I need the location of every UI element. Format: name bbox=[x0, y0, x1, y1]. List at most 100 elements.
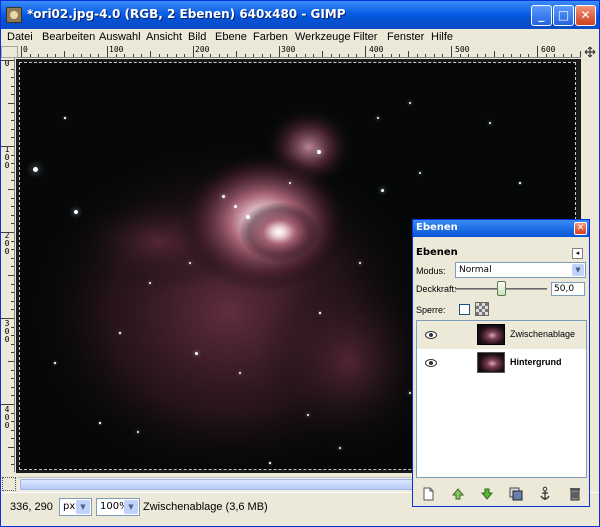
star bbox=[381, 189, 384, 192]
menu-auswahl[interactable]: Auswahl bbox=[99, 31, 141, 43]
mode-label: Modus: bbox=[416, 266, 446, 276]
eye-icon[interactable] bbox=[425, 359, 437, 367]
dock-menu-button[interactable]: ◂ bbox=[572, 248, 583, 259]
ruler-tick bbox=[433, 54, 435, 57]
ruler-tick bbox=[158, 54, 160, 57]
zoom-select[interactable]: 100% ▼ bbox=[96, 498, 140, 516]
menubar: Datei Bearbeiten Auswahl Ansicht Bild Eb… bbox=[1, 29, 599, 46]
ruler-tick bbox=[451, 46, 452, 57]
layer-thumbnail[interactable] bbox=[477, 352, 505, 373]
ruler-tick bbox=[11, 343, 14, 345]
ruler-tick bbox=[322, 51, 323, 57]
ruler-tick bbox=[11, 378, 14, 380]
ruler-tick bbox=[11, 257, 14, 259]
navigate-icon[interactable] bbox=[581, 46, 599, 58]
ruler-tick bbox=[11, 421, 14, 423]
ruler-tick bbox=[562, 54, 564, 57]
ruler-tick bbox=[11, 395, 14, 397]
star bbox=[489, 122, 491, 124]
unit-value: px bbox=[63, 501, 76, 512]
layer-list[interactable]: Zwischenablage Hintergrund bbox=[416, 320, 587, 478]
ruler-tick bbox=[1, 232, 14, 233]
ruler-corner-menu-button[interactable] bbox=[1, 46, 18, 58]
menu-filter[interactable]: Filter bbox=[353, 31, 377, 43]
ruler-tick bbox=[425, 54, 427, 57]
ruler-tick bbox=[11, 223, 14, 225]
ruler-tick bbox=[8, 447, 14, 448]
layer-row-zwischenablage[interactable]: Zwischenablage bbox=[417, 321, 586, 349]
gimp-app-icon[interactable] bbox=[6, 7, 22, 23]
dock-close-button[interactable]: ✕ bbox=[574, 222, 587, 235]
menu-ansicht[interactable]: Ansicht bbox=[146, 31, 182, 43]
star bbox=[307, 414, 309, 416]
ruler-tick bbox=[571, 54, 573, 57]
ruler-tick bbox=[115, 54, 117, 57]
chevron-down-icon[interactable]: ▼ bbox=[572, 264, 584, 276]
ruler-tick bbox=[141, 54, 143, 57]
menu-werkzeuge[interactable]: Werkzeuge bbox=[295, 31, 350, 43]
menu-bearbeiten[interactable]: Bearbeiten bbox=[42, 31, 95, 43]
delete-layer-icon[interactable] bbox=[566, 485, 584, 503]
chevron-down-icon[interactable]: ▼ bbox=[76, 500, 90, 514]
star bbox=[269, 462, 271, 464]
ruler-tick bbox=[502, 54, 504, 57]
ruler-tick bbox=[356, 54, 358, 57]
ruler-tick bbox=[11, 283, 14, 285]
quick-mask-toggle[interactable] bbox=[2, 477, 16, 491]
ruler-label: 400 bbox=[369, 46, 384, 54]
menu-hilfe[interactable]: Hilfe bbox=[431, 31, 453, 43]
menu-datei[interactable]: Datei bbox=[7, 31, 33, 43]
opacity-slider-thumb[interactable] bbox=[497, 281, 506, 296]
ruler-tick bbox=[494, 51, 495, 57]
ruler-tick bbox=[167, 54, 169, 57]
opacity-spinbox[interactable]: 50,0 bbox=[551, 282, 585, 296]
mode-select[interactable]: Normal ▼ bbox=[455, 262, 586, 278]
anchor-layer-icon[interactable] bbox=[536, 485, 554, 503]
menu-ebene[interactable]: Ebene bbox=[215, 31, 247, 43]
ruler-tick bbox=[11, 352, 14, 354]
chevron-down-icon[interactable]: ▼ bbox=[124, 500, 138, 514]
menu-bild[interactable]: Bild bbox=[188, 31, 206, 43]
eye-icon[interactable] bbox=[425, 331, 437, 339]
vertical-ruler[interactable]: 0 100 200 300 400 bbox=[1, 58, 15, 472]
star bbox=[99, 422, 101, 424]
ruler-tick bbox=[459, 54, 461, 57]
duplicate-layer-icon[interactable] bbox=[507, 485, 525, 503]
layer-thumbnail[interactable] bbox=[477, 324, 505, 345]
new-layer-icon[interactable] bbox=[419, 485, 437, 503]
minimize-button[interactable]: _ bbox=[531, 5, 552, 26]
ruler-tick bbox=[554, 54, 556, 57]
ruler-label: 0 bbox=[4, 59, 10, 68]
star bbox=[64, 117, 66, 119]
layer-name[interactable]: Hintergrund bbox=[510, 357, 562, 367]
star bbox=[222, 195, 225, 198]
layer-row-hintergrund[interactable]: Hintergrund bbox=[417, 349, 586, 377]
ruler-tick bbox=[21, 46, 22, 57]
star bbox=[339, 447, 341, 449]
ruler-tick bbox=[519, 54, 521, 57]
raise-layer-icon[interactable] bbox=[449, 485, 467, 503]
ruler-tick bbox=[8, 361, 14, 362]
close-button[interactable]: ✕ bbox=[575, 5, 596, 26]
menu-farben[interactable]: Farben bbox=[253, 31, 288, 43]
horizontal-ruler[interactable]: 0 100 200 300 400 500 600 bbox=[18, 46, 581, 58]
maximize-button[interactable]: □ bbox=[553, 5, 574, 26]
ruler-tick bbox=[11, 154, 14, 156]
lock-alpha-checkbox[interactable] bbox=[459, 304, 470, 315]
ruler-tick bbox=[98, 54, 100, 57]
ruler-tick bbox=[373, 54, 375, 57]
window-title: *ori02.jpg-4.0 (RGB, 2 Ebenen) 640x480 -… bbox=[27, 7, 346, 21]
title-bar[interactable]: *ori02.jpg-4.0 (RGB, 2 Ebenen) 640x480 -… bbox=[1, 1, 599, 29]
ruler-tick bbox=[11, 171, 14, 173]
unit-select[interactable]: px ▼ bbox=[59, 498, 92, 516]
ruler-tick bbox=[175, 54, 177, 57]
lower-layer-icon[interactable] bbox=[478, 485, 496, 503]
ruler-tick bbox=[81, 54, 83, 57]
layer-name[interactable]: Zwischenablage bbox=[510, 329, 575, 339]
ruler-tick bbox=[11, 120, 14, 122]
dock-title[interactable]: Ebenen bbox=[413, 220, 589, 237]
ruler-tick bbox=[1, 318, 14, 319]
ruler-label: 200 bbox=[4, 231, 10, 256]
star bbox=[419, 172, 421, 174]
menu-fenster[interactable]: Fenster bbox=[387, 31, 424, 43]
